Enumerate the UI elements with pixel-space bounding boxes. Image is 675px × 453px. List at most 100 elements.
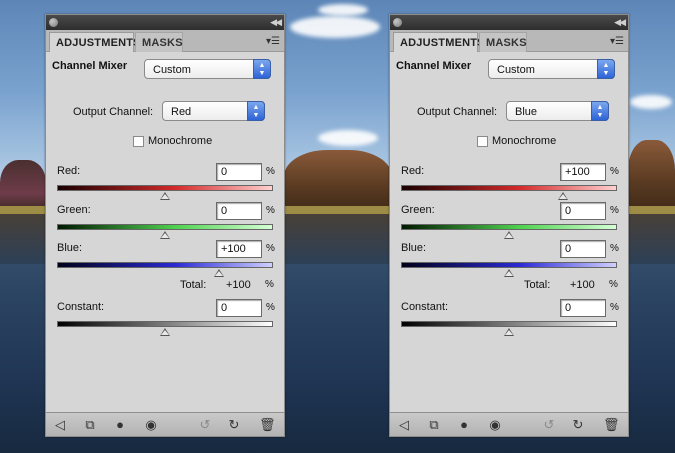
expand-view-icon[interactable]: ⧉ (426, 417, 442, 433)
adjustment-type-label: Channel Mixer (52, 60, 128, 72)
percent-sign: % (610, 243, 619, 254)
constant-slider-thumb[interactable] (504, 328, 514, 336)
close-icon[interactable] (393, 18, 402, 27)
total-value: +100 (226, 279, 251, 291)
monochrome-label: Monochrome (148, 135, 213, 147)
preset-value: Custom (153, 64, 191, 76)
previous-state-icon[interactable]: ↺ (197, 417, 213, 433)
panel-bottom-bar: ◁ ⧉ ● ◉ ↺ ↻ 🗑 (46, 412, 284, 436)
trash-icon[interactable]: 🗑 (259, 417, 276, 433)
blue-slider-track[interactable] (57, 262, 273, 268)
back-arrow-icon[interactable]: ◁ (52, 417, 68, 433)
green-slider: Green: 0 % (57, 202, 277, 240)
percent-sign: % (265, 279, 274, 290)
green-value-input[interactable]: 0 (560, 202, 606, 220)
percent-sign: % (266, 302, 275, 313)
red-value-input[interactable]: 0 (216, 163, 262, 181)
cloud (630, 95, 672, 109)
previous-state-icon[interactable]: ↺ (541, 417, 557, 433)
output-channel-select[interactable]: Blue ▲ ▼ (506, 101, 609, 121)
clip-layer-icon[interactable]: ● (456, 417, 472, 433)
reset-icon[interactable]: ↻ (570, 417, 586, 433)
monochrome-checkbox[interactable] (477, 136, 488, 147)
constant-slider: Constant: 0 % (57, 299, 277, 337)
red-slider-thumb[interactable] (160, 192, 170, 200)
expand-view-icon[interactable]: ⧉ (82, 417, 98, 433)
green-value-input[interactable]: 0 (216, 202, 262, 220)
red-slider: Red: 0 % (57, 163, 277, 201)
blue-slider-thumb[interactable] (214, 269, 224, 277)
tab-masks[interactable]: MASKS (479, 32, 527, 52)
percent-sign: % (610, 205, 619, 216)
reflection (628, 214, 675, 264)
red-slider: Red: +100 % (401, 163, 621, 201)
visibility-eye-icon[interactable]: ◉ (143, 417, 159, 433)
reflection (284, 214, 392, 264)
panel-titlebar[interactable]: ◀◀ (46, 15, 284, 30)
preset-value: Custom (497, 64, 535, 76)
panel-bottom-bar: ◁ ⧉ ● ◉ ↺ ↻ 🗑 (390, 412, 628, 436)
close-icon[interactable] (49, 18, 58, 27)
panel-menu-icon[interactable]: ▾☰ (610, 36, 624, 47)
blue-value-input[interactable]: 0 (560, 240, 606, 258)
tab-adjustments[interactable]: ADJUSTMENTS (49, 32, 141, 52)
red-slider-track[interactable] (57, 185, 273, 191)
clip-layer-icon[interactable]: ● (112, 417, 128, 433)
red-slider-thumb[interactable] (558, 192, 568, 200)
panel-menu-icon[interactable]: ▾☰ (266, 36, 280, 47)
red-value-input[interactable]: +100 (560, 163, 606, 181)
tab-adjustments[interactable]: ADJUSTMENTS (393, 32, 485, 52)
blue-label: Blue: (401, 242, 427, 254)
visibility-eye-icon[interactable]: ◉ (487, 417, 503, 433)
preset-select[interactable]: Custom ▲ ▼ (144, 59, 271, 79)
output-channel-label: Output Channel: (73, 106, 154, 118)
percent-sign: % (266, 166, 275, 177)
green-slider-track[interactable] (401, 224, 617, 230)
green-slider-thumb[interactable] (160, 231, 170, 239)
back-arrow-icon[interactable]: ◁ (396, 417, 412, 433)
panel-titlebar[interactable]: ◀◀ (390, 15, 628, 30)
red-slider-track[interactable] (401, 185, 617, 191)
constant-value-input[interactable]: 0 (560, 299, 606, 317)
output-channel-row: Output Channel: Blue ▲ ▼ (390, 101, 630, 123)
chevron-updown-icon: ▲ ▼ (597, 59, 615, 79)
percent-sign: % (266, 205, 275, 216)
percent-sign: % (266, 243, 275, 254)
trash-icon[interactable]: 🗑 (603, 417, 620, 433)
chevron-updown-icon: ▲ ▼ (247, 101, 265, 121)
total-value: +100 (570, 279, 595, 291)
output-channel-value: Blue (515, 106, 538, 118)
collapse-icon[interactable]: ◀◀ (614, 17, 626, 28)
tab-bar: ADJUSTMENTS MASKS ▾☰ (390, 30, 628, 52)
blue-slider-thumb[interactable] (504, 269, 514, 277)
total-label: Total: (524, 279, 551, 291)
constant-value-input[interactable]: 0 (216, 299, 262, 317)
constant-slider-track[interactable] (401, 321, 617, 327)
green-slider-thumb[interactable] (504, 231, 514, 239)
output-channel-select[interactable]: Red ▲ ▼ (162, 101, 265, 121)
percent-sign: % (610, 302, 619, 313)
monochrome-checkbox[interactable] (133, 136, 144, 147)
output-channel-label: Output Channel: (417, 106, 498, 118)
preset-row: Channel Mixer Custom ▲ ▼ (396, 59, 622, 81)
blue-slider: Blue: 0 % (401, 240, 621, 278)
tab-masks[interactable]: MASKS (135, 32, 183, 52)
green-label: Green: (401, 204, 435, 216)
trees (628, 140, 675, 216)
blue-value-input[interactable]: +100 (216, 240, 262, 258)
constant-slider-track[interactable] (57, 321, 273, 327)
preset-select[interactable]: Custom ▲ ▼ (488, 59, 615, 79)
green-slider: Green: 0 % (401, 202, 621, 240)
red-label: Red: (57, 165, 81, 177)
total-row: Total: +100 % (180, 279, 280, 293)
constant-slider: Constant: 0 % (401, 299, 621, 337)
blue-slider-track[interactable] (401, 262, 617, 268)
constant-slider-thumb[interactable] (160, 328, 170, 336)
green-slider-track[interactable] (57, 224, 273, 230)
blue-slider: Blue: +100 % (57, 240, 277, 278)
monochrome-label: Monochrome (492, 135, 557, 147)
green-label: Green: (57, 204, 91, 216)
collapse-icon[interactable]: ◀◀ (270, 17, 282, 28)
reset-icon[interactable]: ↻ (226, 417, 242, 433)
percent-sign: % (610, 166, 619, 177)
